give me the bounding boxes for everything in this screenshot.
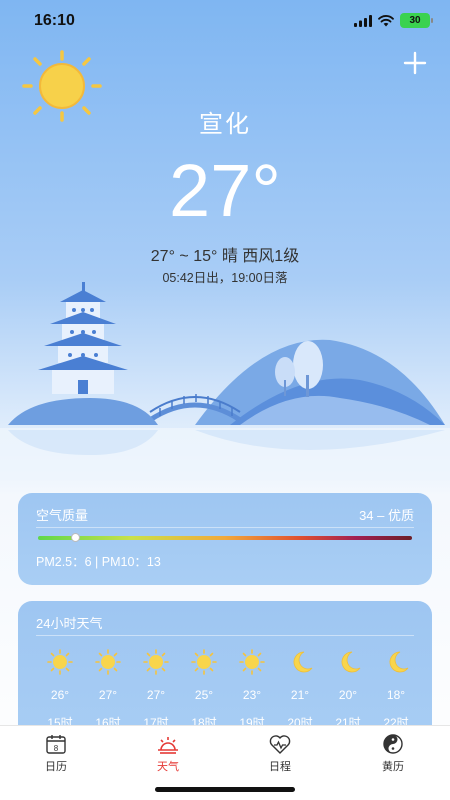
svg-text:8: 8 — [54, 744, 59, 753]
tab-weather[interactable]: 天气 — [128, 732, 208, 774]
divider — [36, 527, 414, 528]
weather-summary: 27° ~ 15° 晴 西风1级 — [150, 248, 300, 265]
moon-icon — [341, 651, 361, 673]
city-name: 宣化 — [199, 111, 251, 138]
tab-label: 日历 — [45, 761, 67, 773]
landscape-illustration — [0, 282, 450, 480]
air-quality-value: 34 – 优质 — [359, 508, 414, 523]
status-icons: 30 — [354, 13, 433, 28]
hourly-temp: 18° — [386, 688, 406, 702]
sun-icon — [143, 649, 169, 675]
hourly-temp: 23° — [242, 688, 262, 702]
almanac-icon — [383, 734, 403, 754]
status-time: 16:10 — [34, 12, 75, 29]
battery-indicator: 30 — [400, 13, 433, 28]
sun-icon — [191, 649, 217, 675]
sun-icon — [239, 649, 265, 675]
pm-values: PM2.5：6 | PM10：13 — [36, 555, 161, 569]
air-quality-card[interactable]: 空气质量 34 – 优质 PM2.5：6 | PM10：13 — [18, 493, 432, 585]
tab-label: 天气 — [157, 761, 179, 773]
air-quality-indicator — [70, 533, 80, 542]
hourly-temp: 27° — [146, 688, 166, 702]
divider — [36, 635, 414, 636]
hourly-temp: 20° — [338, 688, 358, 702]
status-bar: 16:10 30 — [0, 0, 450, 44]
hourly-item: 26° 15时 — [36, 645, 84, 731]
hourly-item: 21° 20时 — [276, 645, 324, 731]
moon-icon — [389, 651, 409, 673]
tab-label: 黄历 — [382, 761, 404, 773]
hourly-item: 27° 17时 — [132, 645, 180, 731]
tab-almanac[interactable]: 黄历 — [353, 732, 433, 774]
schedule-icon — [269, 735, 291, 754]
tab-schedule[interactable]: 日程 — [240, 732, 320, 774]
hourly-temp: 26° — [50, 688, 70, 702]
sun-icon — [47, 649, 73, 675]
calendar-icon: 8 — [46, 735, 66, 754]
tab-label: 日程 — [269, 761, 291, 773]
hourly-item: 23° 19时 — [228, 645, 276, 731]
air-quality-title: 空气质量 — [36, 508, 89, 523]
hourly-item: 25° 18时 — [180, 645, 228, 731]
add-city-button[interactable] — [400, 48, 430, 78]
sun-icon — [95, 649, 121, 675]
current-temperature: 27° — [169, 149, 281, 232]
home-indicator — [155, 787, 295, 792]
weather-icon — [158, 737, 178, 754]
signal-icon — [354, 14, 372, 27]
hourly-forecast-title: 24小时天气 — [36, 616, 103, 631]
moon-icon — [293, 651, 313, 673]
hourly-item: 27° 16时 — [84, 645, 132, 731]
hourly-temp: 25° — [194, 688, 214, 702]
wifi-icon — [378, 14, 394, 26]
tab-bar: 8 日历 天气 日程 黄历 — [0, 725, 450, 800]
hourly-item: 20° 21时 — [324, 645, 372, 731]
hourly-temp: 21° — [290, 688, 310, 702]
hourly-item: 18° 22时 — [372, 645, 420, 731]
hourly-temp: 27° — [98, 688, 118, 702]
air-quality-scale-bar — [38, 536, 412, 540]
tab-calendar[interactable]: 8 日历 — [16, 732, 96, 774]
